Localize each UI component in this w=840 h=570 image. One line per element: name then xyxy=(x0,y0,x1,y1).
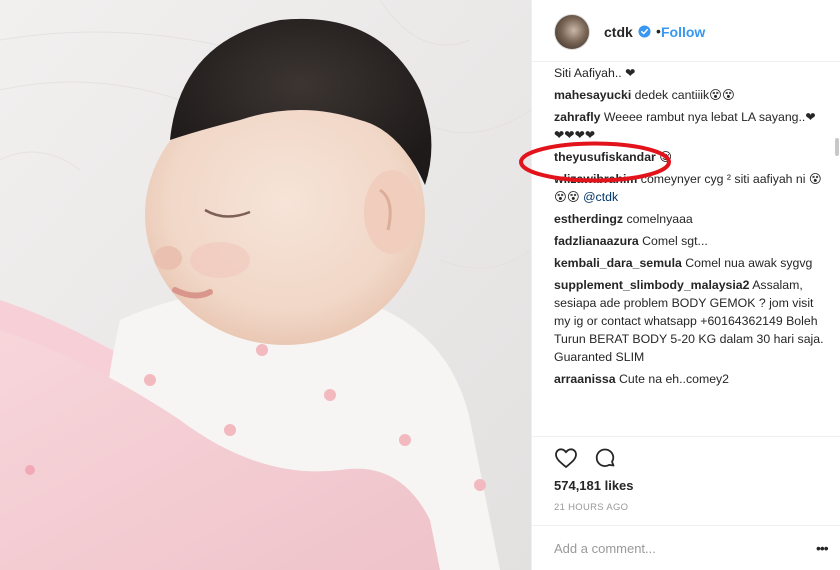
comment-username[interactable]: fadzlianaazura xyxy=(554,234,639,248)
comment-input[interactable] xyxy=(554,538,804,558)
comment-text: 😌 xyxy=(659,150,673,164)
likes-count[interactable]: 574,181 likes xyxy=(554,478,634,493)
comment-text: Comel sgt... xyxy=(642,234,708,248)
comment-item: arraanissa Cute na eh..comey2 xyxy=(554,370,824,388)
comment-text: dedek cantiiik😵😵 xyxy=(634,88,735,102)
post-details-panel: ctdk • Follow Siti Aafiyah.. ❤ mahesayuc… xyxy=(531,0,840,570)
post-header: ctdk • Follow xyxy=(532,0,840,62)
comment-item: theyusufiskandar 😌 xyxy=(554,148,824,166)
comment-username[interactable]: estherdingz xyxy=(554,212,623,226)
caption-tail: Siti Aafiyah.. ❤ xyxy=(554,66,636,80)
comment-username[interactable]: mahesayucki xyxy=(554,88,631,102)
scrollbar-thumb[interactable] xyxy=(835,138,839,156)
comment-item: kembali_dara_semula Comel nua awak sygvg xyxy=(554,254,824,272)
baby-photo-illustration xyxy=(0,0,531,570)
comment-username[interactable]: wlizawibrahim xyxy=(554,172,637,186)
comment-item: mahesayucki dedek cantiiik😵😵 xyxy=(554,86,824,104)
comment-text: Cute na eh..comey2 xyxy=(618,372,730,386)
comment-item: supplement_slimbody_malaysia2 Assalam, s… xyxy=(554,276,824,366)
comment-username[interactable]: kembali_dara_semula xyxy=(554,256,682,270)
comments-scrollbar[interactable] xyxy=(834,62,840,436)
comment-item: fadzlianaazura Comel sgt... xyxy=(554,232,824,250)
post-actions: 574,181 likes 21 HOURS AGO xyxy=(532,436,840,539)
post-photo[interactable] xyxy=(0,0,531,570)
comment-username[interactable]: arraanissa xyxy=(554,372,616,386)
heart-outline-icon[interactable] xyxy=(554,446,578,470)
verified-badge-icon xyxy=(638,25,651,38)
avatar[interactable] xyxy=(554,14,590,50)
username-link[interactable]: ctdk xyxy=(604,24,633,40)
comments-list[interactable]: Siti Aafiyah.. ❤ mahesayucki dedek canti… xyxy=(554,62,824,436)
comment-username[interactable]: zahrafly xyxy=(554,110,600,124)
comment-item: zahrafly Weeee rambut nya lebat LA sayan… xyxy=(554,108,824,144)
comment-mention-link[interactable]: @ctdk xyxy=(583,190,618,204)
comment-text: Comel nua awak sygvg xyxy=(685,256,813,270)
add-comment-bar: ••• xyxy=(532,525,840,570)
post-timestamp[interactable]: 21 HOURS AGO xyxy=(554,502,628,513)
follow-button[interactable]: Follow xyxy=(661,24,705,40)
comment-username[interactable]: theyusufiskandar xyxy=(554,150,656,164)
speech-bubble-icon[interactable] xyxy=(593,446,617,470)
comment-text: comelnyaaa xyxy=(626,212,693,226)
comment-item: estherdingz comelnyaaa xyxy=(554,210,824,228)
more-options-icon[interactable]: ••• xyxy=(816,540,829,556)
comment-item: wlizawibrahim comeynyer cyg ² siti aafiy… xyxy=(554,170,824,206)
comment-username[interactable]: supplement_slimbody_malaysia2 xyxy=(554,278,749,292)
